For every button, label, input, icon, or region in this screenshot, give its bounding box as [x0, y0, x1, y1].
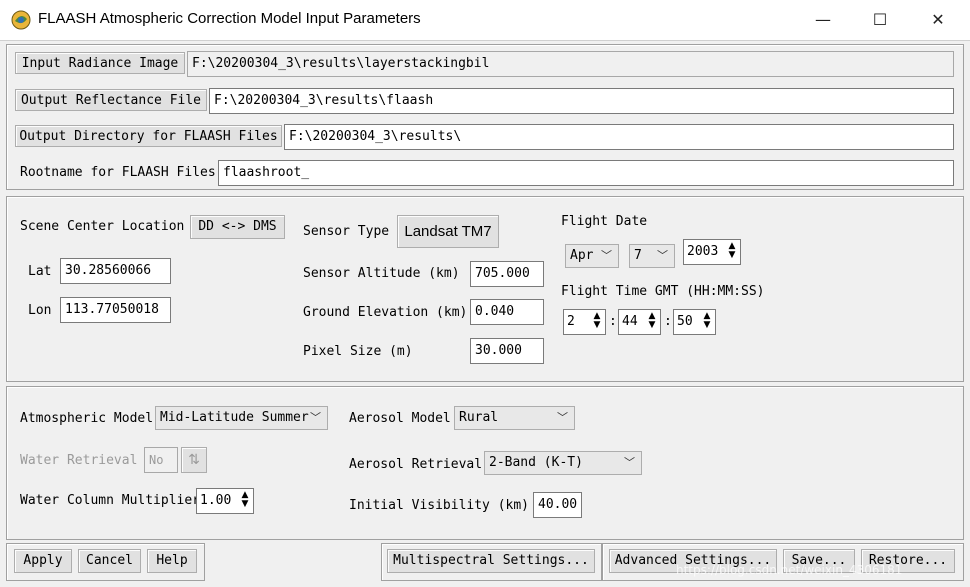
rootname-field[interactable]: flaashroot_	[218, 160, 954, 186]
multispectral-settings-button[interactable]: Multispectral Settings...	[387, 549, 595, 573]
cancel-button[interactable]: Cancel	[78, 549, 141, 573]
scene-location-label: Scene Center Location	[20, 219, 185, 234]
input-radiance-field[interactable]: F:\20200304_3\results\layerstackingbil	[187, 51, 954, 77]
flight-year-spinner[interactable]: 2003 ▲ ▼	[683, 239, 741, 265]
atmospheric-model-label: Atmospheric Model	[20, 411, 154, 426]
sensor-altitude-field[interactable]: 705.000	[470, 261, 544, 287]
chevron-down-icon: ﹀	[624, 456, 635, 469]
sensor-type-label: Sensor Type	[303, 224, 390, 239]
flight-time-label: Flight Time GMT (HH:MM:SS)	[561, 284, 765, 299]
atmospheric-model-value: Mid-Latitude Summer	[160, 410, 309, 425]
chevron-down-icon: ﹀	[557, 411, 568, 424]
rootname-label: Rootname for FLAASH Files	[20, 165, 216, 180]
flight-day-value: 7	[634, 248, 642, 263]
initial-visibility-field[interactable]: 40.00	[533, 492, 582, 518]
atmospheric-model-select[interactable]: Mid-Latitude Summer ﹀	[155, 406, 328, 430]
flight-second-value: 50	[677, 314, 693, 329]
watermark-text: https://blog.csdn.net/weixin_4306181	[676, 563, 903, 577]
help-button[interactable]: Help	[147, 549, 197, 573]
close-button[interactable]: ✕	[915, 0, 961, 40]
time-colon: :	[609, 314, 617, 329]
output-directory-button[interactable]: Output Directory for FLAASH Files	[15, 125, 282, 147]
water-column-value: 1.00	[200, 493, 232, 508]
water-column-spinner[interactable]: 1.00 ▲ ▼	[196, 488, 254, 514]
spinner-arrows-icon[interactable]: ▲ ▼	[239, 491, 251, 511]
spinner-arrows-icon[interactable]: ▲ ▼	[701, 312, 713, 332]
water-retrieval-label: Water Retrieval	[20, 453, 138, 468]
sensor-type-button[interactable]: Landsat TM7	[397, 215, 499, 248]
output-reflectance-field[interactable]: F:\20200304_3\results\flaash	[209, 88, 954, 114]
title-bar: FLAASH Atmospheric Correction Model Inpu…	[0, 0, 970, 41]
output-directory-field[interactable]: F:\20200304_3\results\	[284, 124, 954, 150]
flight-month-select[interactable]: Apr ﹀	[565, 244, 619, 268]
ground-elevation-label: Ground Elevation (km)	[303, 305, 468, 320]
spinner-arrows-icon[interactable]: ▲ ▼	[646, 312, 658, 332]
lat-field[interactable]: 30.28560066	[60, 258, 171, 284]
aerosol-retrieval-label: Aerosol Retrieval	[349, 457, 483, 472]
time-colon: :	[664, 314, 672, 329]
flight-date-label: Flight Date	[561, 214, 648, 229]
ground-elevation-field[interactable]: 0.040	[470, 299, 544, 325]
toggle-arrows-icon: ⇅	[181, 447, 207, 473]
flight-minute-value: 44	[622, 314, 638, 329]
flight-minute-spinner[interactable]: 44 ▲ ▼	[618, 309, 661, 335]
flight-day-select[interactable]: 7 ﹀	[629, 244, 675, 268]
pixel-size-label: Pixel Size (m)	[303, 344, 413, 359]
flight-second-spinner[interactable]: 50 ▲ ▼	[673, 309, 716, 335]
sensor-altitude-label: Sensor Altitude (km)	[303, 266, 460, 281]
output-reflectance-button[interactable]: Output Reflectance File	[15, 89, 207, 111]
aerosol-model-label: Aerosol Model	[349, 411, 451, 426]
chevron-down-icon: ﹀	[310, 411, 321, 424]
lon-field[interactable]: 113.77050018	[60, 297, 171, 323]
flight-month-value: Apr	[570, 248, 594, 263]
input-radiance-button[interactable]: Input Radiance Image	[15, 52, 185, 74]
water-retrieval-field: No	[144, 447, 178, 473]
chevron-down-icon: ﹀	[601, 249, 612, 262]
water-column-label: Water Column Multiplier	[20, 493, 201, 508]
dd-dms-toggle-button[interactable]: DD <-> DMS	[190, 215, 285, 239]
aerosol-retrieval-select[interactable]: 2-Band (K-T) ﹀	[484, 451, 642, 475]
flight-hour-value: 2	[567, 314, 575, 329]
aerosol-model-select[interactable]: Rural ﹀	[454, 406, 575, 430]
aerosol-retrieval-value: 2-Band (K-T)	[489, 455, 583, 470]
lat-label: Lat	[28, 264, 52, 279]
flight-year-value: 2003	[687, 244, 719, 259]
minimize-button[interactable]: —	[800, 0, 846, 40]
spinner-arrows-icon[interactable]: ▲ ▼	[591, 312, 603, 332]
maximize-button[interactable]: ☐	[857, 0, 903, 40]
lon-label: Lon	[28, 303, 52, 318]
apply-button[interactable]: Apply	[14, 549, 72, 573]
chevron-down-icon: ﹀	[657, 249, 668, 262]
envi-app-icon	[11, 10, 31, 30]
pixel-size-field[interactable]: 30.000	[470, 338, 544, 364]
aerosol-model-value: Rural	[459, 410, 499, 425]
flight-hour-spinner[interactable]: 2 ▲ ▼	[563, 309, 606, 335]
spinner-arrows-icon[interactable]: ▲ ▼	[726, 242, 738, 262]
initial-visibility-label: Initial Visibility (km)	[349, 498, 530, 513]
window-title: FLAASH Atmospheric Correction Model Inpu…	[38, 10, 421, 27]
